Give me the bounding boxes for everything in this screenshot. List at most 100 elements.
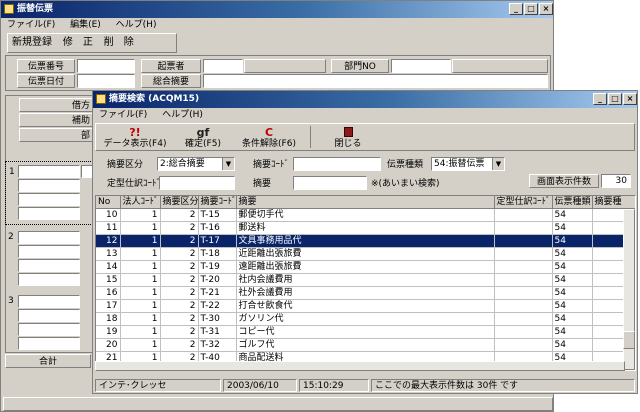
summary-label: 総合摘要 [141,74,201,88]
summary-type-select[interactable]: 2:総合摘要 ▼ [157,157,235,171]
issuer-input[interactable] [203,59,243,73]
table-cell: T-20 [198,273,237,287]
table-row[interactable]: 20 1 2 T-32 ゴルフ代 54 [96,338,635,352]
table-cell: 近距離出張旅費 [236,247,495,261]
results-grid: No 法人ｺｰﾄﾞ 摘要区分 摘要ｺｰﾄﾞ 摘要 定型仕訳ｺｰﾄﾞ 伝票種類 摘要種 10 1 2… [96,196,635,365]
table-cell [494,312,553,326]
display-count-label: 画面表示件数 [529,174,599,188]
table-cell: 19 [96,325,121,339]
table-cell: 2 [160,312,199,326]
entry-3-sub-input[interactable] [18,309,80,322]
table-cell: 1 [120,221,161,235]
table-cell: 1 [120,286,161,300]
close-dialog-button[interactable]: 閉じる [328,126,368,150]
table-cell: T-21 [198,286,237,300]
entry-3-dept-input[interactable] [18,323,80,336]
chevron-down-icon[interactable]: ▼ [222,158,234,170]
table-header-row: No 法人ｺｰﾄﾞ 摘要区分 摘要ｺｰﾄﾞ 摘要 定型仕訳ｺｰﾄﾞ 伝票種類 摘要種 [96,196,635,209]
table-cell: 2 [160,234,199,248]
table-cell: 10 [96,208,121,222]
dialog-close-icon[interactable]: × [623,93,637,105]
table-cell: 2 [160,208,199,222]
table-row[interactable]: 19 1 2 T-31 コピー代 54 [96,325,635,339]
fuzzy-search-note: ※(あいまい検索) [371,179,440,189]
table-cell: 2 [160,273,199,287]
table-row[interactable]: 11 1 2 T-16 郵送料 54 [96,221,635,235]
summary-filter-input[interactable] [293,176,367,190]
dept-no-input[interactable] [391,59,451,73]
table-cell: 1 [120,299,161,313]
table-cell: 16 [96,286,121,300]
close-icon[interactable]: × [539,3,553,15]
table-cell: 社内会議費用 [236,273,495,287]
table-row[interactable]: 14 1 2 T-19 遠距離出張旅費 54 [96,260,635,274]
entry-1-extra-input[interactable] [18,207,80,220]
entry-1-debit-input[interactable] [18,165,80,178]
delete-button[interactable]: 削 除 [100,35,138,51]
maximize-icon[interactable]: □ [524,3,538,15]
table-cell: 54 [552,247,593,261]
column-header[interactable]: 摘要 [236,196,495,209]
column-header[interactable]: 摘要ｺｰﾄﾞ [198,196,237,209]
entry-2-dept-input[interactable] [18,259,80,272]
table-row[interactable]: 17 1 2 T-22 打合せ飲食代 54 [96,299,635,313]
table-cell: 2 [160,247,199,261]
entry-3-extra-input[interactable] [18,337,80,350]
dialog-menubar: ファイル(F) ヘルプ(H) [93,108,637,122]
voucher-date-label: 伝票日付 [17,74,75,88]
display-count-input[interactable]: 30 [601,174,631,188]
menu-edit[interactable]: 編集(E) [70,20,101,30]
column-header[interactable]: No [96,196,121,209]
clear-conditions-button[interactable]: C 条件解除(F6) [236,126,302,150]
table-cell: 1 [120,325,161,339]
table-cell: 20 [96,338,121,352]
dialog-menu-file[interactable]: ファイル(F) [99,110,147,120]
show-data-button[interactable]: ?! データ表示(F4) [102,126,168,150]
summary-code-input[interactable] [293,157,381,171]
dialog-maximize-icon[interactable]: □ [608,93,622,105]
table-row[interactable]: 18 1 2 T-30 ガソリン代 54 [96,312,635,326]
dialog-menu-help[interactable]: ヘルプ(H) [162,110,203,120]
summary-type-label: 摘要区分 [107,160,144,170]
column-header[interactable]: 伝票種類 [552,196,593,209]
voucher-date-input[interactable] [77,74,135,88]
table-cell: 12 [96,234,121,248]
horizontal-scrollbar[interactable] [95,361,625,371]
summary-input[interactable] [203,74,548,88]
table-row[interactable]: 10 1 2 T-15 郵便切手代 54 [96,208,635,222]
table-cell: T-15 [198,208,237,222]
column-header[interactable]: 摘要区分 [160,196,199,209]
modify-button[interactable]: 修 正 [59,35,97,51]
table-cell [494,273,553,287]
entry-1-dept-input[interactable] [18,193,80,206]
table-row[interactable]: 12 1 2 T-17 文具事務用品代 54 [96,234,635,248]
total-label: 合計 [5,354,91,368]
voucher-type-select[interactable]: 54:振替伝票 ▼ [431,157,505,171]
journal-code-input[interactable] [159,176,235,190]
new-button[interactable]: 新規登録 [8,35,56,51]
table-cell: 11 [96,221,121,235]
column-header[interactable]: 摘要種 [592,196,635,209]
table-cell: 54 [552,260,593,274]
menu-file[interactable]: ファイル(F) [7,20,55,30]
dialog-minimize-icon[interactable]: _ [593,93,607,105]
entry-2-sub-input[interactable] [18,245,80,258]
table-row[interactable]: 15 1 2 T-20 社内会議費用 54 [96,273,635,287]
entry-2-debit-input[interactable] [18,231,80,244]
confirm-button[interactable]: gf 確定(F5) [178,126,228,150]
table-row[interactable]: 13 1 2 T-18 近距離出張旅費 54 [96,247,635,261]
column-header[interactable]: 法人ｺｰﾄﾞ [120,196,161,209]
table-cell: 遠距離出張旅費 [236,260,495,274]
entry-3-debit-input[interactable] [18,295,80,308]
entry-1-sub-input[interactable] [18,179,80,192]
table-row[interactable]: 16 1 2 T-21 社外会議費用 54 [96,286,635,300]
voucher-no-input[interactable] [77,59,135,73]
minimize-icon[interactable]: _ [509,3,523,15]
main-statusbar [3,397,553,411]
dialog-toolbar: ?! データ表示(F4) gf 確定(F5) C 条件解除(F6) 閉じる [95,123,635,151]
entry-2-extra-input[interactable] [18,273,80,286]
chevron-down-icon[interactable]: ▼ [492,158,504,170]
menu-help[interactable]: ヘルプ(H) [116,20,157,30]
scroll-thumb[interactable] [623,331,635,349]
column-header[interactable]: 定型仕訳ｺｰﾄﾞ [494,196,553,209]
